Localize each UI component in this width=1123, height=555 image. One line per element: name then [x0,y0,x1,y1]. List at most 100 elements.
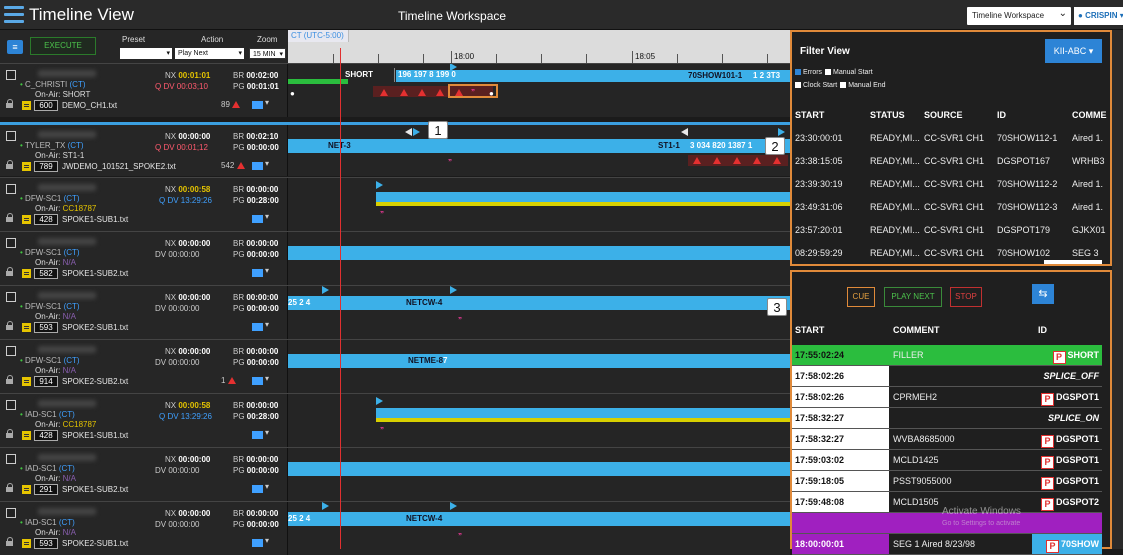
playlist-row[interactable]: 17:58:32:27 WVBA8685000 P DGSPOT1 [792,429,1102,450]
list-icon[interactable] [22,269,31,278]
filter-cell[interactable]: READY,MI... [870,133,920,143]
row-checkbox[interactable] [6,70,16,80]
filter-cell[interactable]: READY,MI... [870,179,920,189]
program-st1[interactable]: ST1-1 [658,141,680,150]
filter-cell[interactable]: Aired 1. [1072,202,1103,212]
filter-cell[interactable]: CC-SVR1 CH1 [924,225,984,235]
program-netcw4[interactable]: NETCW-4 [406,514,442,523]
warning-icon[interactable] [713,157,721,164]
col-id[interactable]: ID [997,110,1006,120]
col-comment[interactable]: COMME [1072,110,1107,120]
cue-button[interactable]: CUE [847,287,875,307]
filter-cell[interactable]: DGSPOT179 [997,225,1050,235]
filter-cell[interactable]: READY,MI... [870,225,920,235]
playlist-row[interactable]: 18:00:00:01 SEG 1 Aired 8/23/98 P 70SHOW [792,534,1102,555]
preset-select[interactable]: ▾ [120,48,172,59]
list-file[interactable]: DEMO_CH1.txt [62,101,117,110]
col-source[interactable]: SOURCE [924,110,963,120]
list-icon[interactable] [22,377,31,386]
col-status[interactable]: STATUS [870,110,905,120]
list-icon[interactable] [22,162,31,171]
list-file[interactable]: SPOKE1-SUB2.txt [62,485,128,494]
list-file[interactable]: JWDEMO_101521_SPOKE2.txt [62,162,176,171]
row-checkbox[interactable] [6,238,16,248]
filter-cell[interactable]: READY,MI... [870,248,920,258]
filter-cell[interactable]: CC-SVR1 CH1 [924,133,984,143]
menu-icon[interactable] [4,6,24,24]
row-checkbox[interactable] [6,346,16,356]
list-file[interactable]: SPOKE1-SUB1.txt [62,431,128,440]
row-checkbox[interactable] [6,508,16,518]
pl-col-start[interactable]: START [795,325,824,335]
timeline-lane[interactable]: NETME-8 7 [288,340,790,393]
filter-checkboxes-1[interactable]: Errors Manual Start [794,69,873,76]
list-file[interactable]: SPOKE2-SUB2.txt [62,377,128,386]
warning-icon[interactable] [380,89,388,96]
user-menu[interactable]: ● CRISPIN ▾ [1074,7,1123,25]
lock-icon[interactable] [6,483,14,494]
stop-button[interactable]: STOP [950,287,982,307]
row-checkbox[interactable] [6,131,16,141]
filter-cell[interactable]: CC-SVR1 CH1 [924,202,984,212]
timeline-lane[interactable]: SHORT 196 197 8 199 0 70SHOW101-1 1 2 3T3” ●… [288,64,790,117]
list-icon[interactable] [22,101,31,110]
filter-cell[interactable]: WRHB3 [1072,156,1105,166]
channel-row[interactable]: • TYLER_TX (CT) On-Air: ST1-1 NX 00:00:00 B… [0,122,790,176]
filter-cell[interactable]: DGSPOT167 [997,156,1050,166]
timeline-lane[interactable]: NET-3ST1-13 034 820 1387 1” [288,125,790,176]
play-next-button[interactable]: PLAY NEXT [884,287,942,307]
list-icon[interactable] [22,431,31,440]
error-count[interactable]: 89 [221,100,241,109]
folder-icon[interactable] [252,159,269,170]
filter-cell[interactable]: Aired 1. [1072,133,1103,143]
filter-cell[interactable]: READY,MI... [870,156,920,166]
playlist-row[interactable]: 17:58:02:26 SPLICE_OFF [792,366,1102,387]
col-start[interactable]: START [795,110,824,120]
list-icon[interactable] [22,215,31,224]
timeline-lane[interactable]: ” [288,178,790,231]
error-count[interactable]: 1 [221,376,236,385]
folder-icon[interactable] [252,212,269,223]
warning-icon[interactable] [753,157,761,164]
filter-cell[interactable]: 23:39:30:19 [795,179,843,189]
filter-cell[interactable]: CC-SVR1 CH1 [924,179,984,189]
filter-cell[interactable]: 08:29:59:29 [795,248,843,258]
list-file[interactable]: SPOKE1-SUB1.txt [62,215,128,224]
list-file[interactable]: SPOKE1-SUB2.txt [62,269,128,278]
pl-col-comment[interactable]: COMMENT [893,325,940,335]
playlist-row[interactable]: 17:58:32:27 SPLICE_ON [792,408,1102,429]
warning-icon[interactable] [400,89,408,96]
execute-button[interactable]: EXECUTE [30,37,96,55]
filter-cell[interactable]: Aired 1. [1072,179,1103,189]
horizontal-scrollbar[interactable] [1044,260,1102,264]
filter-cell[interactable]: 23:30:00:01 [795,133,843,143]
channel-row[interactable]: • DFW-SC1 (CT) On-Air: N/A NX 00:00:00 BR 0… [0,285,790,339]
warning-icon[interactable] [693,157,701,164]
channel-row[interactable]: • C_CHRISTI (CT) On-Air: SHORT NX 00:01:01… [0,63,790,117]
warning-icon[interactable] [773,157,781,164]
filter-cell[interactable]: SEG 3 [1072,248,1099,258]
filter-cell[interactable]: READY,MI... [870,202,920,212]
list-icon[interactable] [22,323,31,332]
playlist-row[interactable]: 17:58:02:26 CPRMEH2 P DGSPOT1 [792,387,1102,408]
filter-cell[interactable]: CC-SVR1 CH1 [924,156,984,166]
timeline-lane[interactable]: 25 2 4 NETCW-4” [288,502,790,555]
pl-col-id[interactable]: ID [1038,325,1047,335]
folder-icon[interactable] [252,536,269,547]
folder-icon[interactable] [252,482,269,493]
playlist-row[interactable]: 17:55:02:24 FILLER P SHORT [792,345,1102,366]
filter-cell[interactable]: 70SHOW112-1 [997,133,1057,143]
filter-cell[interactable]: GJKX01 [1072,225,1106,235]
timeline-lane[interactable]: 25 2 4 NETCW-4” [288,286,790,339]
lock-icon[interactable] [6,267,14,278]
channel-row[interactable]: • DFW-SC1 (CT) On-Air: N/A NX 00:00:00 BR 0… [0,339,790,393]
channel-row[interactable]: • IAD-SC1 (CT) On-Air: N/A NX 00:00:00 BR 0… [0,447,790,501]
channel-row[interactable]: • DFW-SC1 (CT) On-Air: CC18787 NX 00:00:58… [0,177,790,231]
lock-icon[interactable] [6,99,14,110]
lock-icon[interactable] [6,321,14,332]
playlist-row[interactable]: 17:59:03:02 MCLD1425 P DGSPOT1 [792,450,1102,471]
folder-icon[interactable] [252,266,269,277]
channel-row[interactable]: • IAD-SC1 (CT) On-Air: CC18787 NX 00:00:58… [0,393,790,447]
filter-cell[interactable]: 23:57:20:01 [795,225,843,235]
timeline-ruler[interactable]: CT (UTC-5:00) 18:00 18:05 [288,30,790,63]
